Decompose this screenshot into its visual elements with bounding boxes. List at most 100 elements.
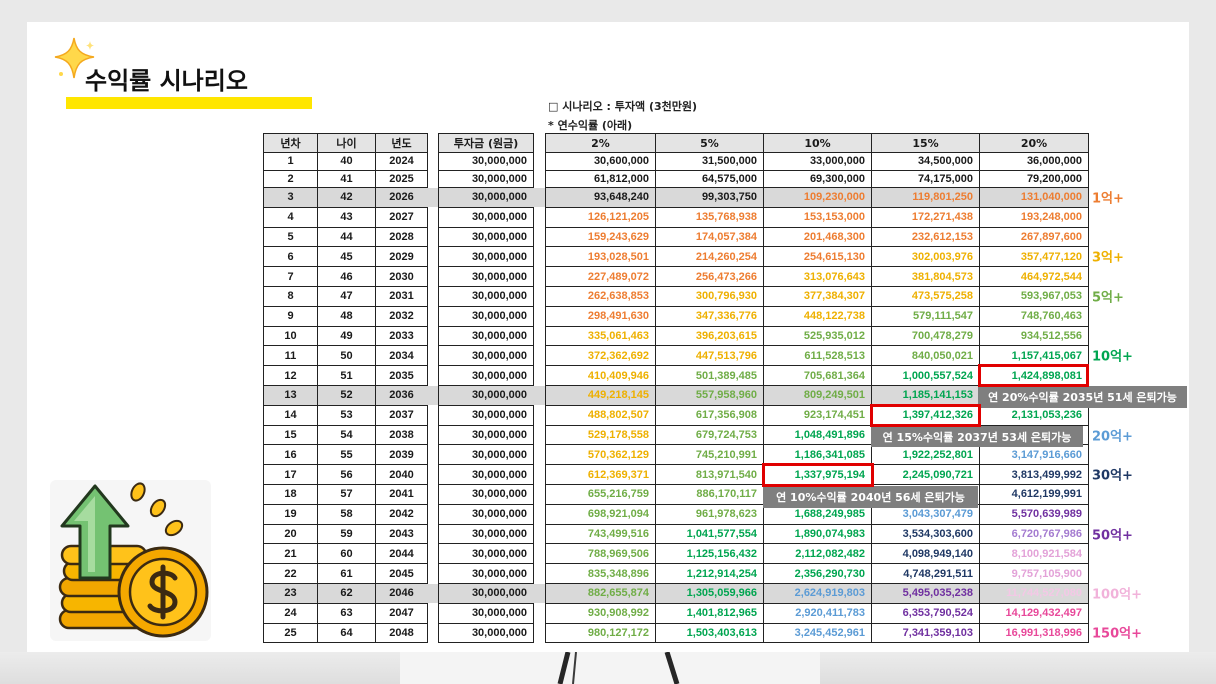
- tier-label: 1억+: [1092, 191, 1124, 207]
- rate-cell: 2,920,411,783: [764, 603, 872, 624]
- row-shade-gap: [427, 386, 438, 405]
- rate-cell: 201,468,300: [764, 227, 872, 248]
- rate-cell: 232,612,153: [872, 227, 980, 248]
- rate-cell: 109,230,000: [764, 188, 872, 208]
- cell-year-no: 19: [264, 504, 318, 525]
- rate-cell: 835,348,896: [546, 564, 656, 584]
- cell-principal: 30,000,000: [439, 366, 534, 386]
- rate-cell: 679,724,753: [656, 425, 764, 446]
- rate-cell: 809,249,501: [764, 386, 872, 406]
- cell-principal: 30,000,000: [439, 485, 534, 505]
- highlight-box-10pct: [762, 463, 874, 487]
- cell-year: 2040: [376, 465, 428, 485]
- rate-cell: 447,513,796: [656, 346, 764, 367]
- tier-label: 30억+: [1092, 468, 1133, 484]
- cell-principal: 30,000,000: [439, 326, 534, 347]
- rate-cell: 74,175,000: [872, 170, 980, 188]
- cell-principal: 30,000,000: [439, 584, 534, 604]
- cell-principal: 30,000,000: [439, 544, 534, 565]
- cell-year-no: 18: [264, 485, 318, 505]
- scenario-note: □ 시나리오 : 투자액 (3천만원): [548, 100, 698, 113]
- rate-cell: 119,801,250: [872, 188, 980, 208]
- cell-year-no: 21: [264, 544, 318, 565]
- rate-cell: 2,112,082,482: [764, 544, 872, 565]
- rate-cell: 5,570,639,989: [980, 504, 1089, 525]
- rate-cell: 748,760,463: [980, 306, 1089, 327]
- cell-principal: 30,000,000: [439, 170, 534, 188]
- cell-principal: 30,000,000: [439, 623, 534, 644]
- tier-label: 5억+: [1092, 290, 1124, 306]
- rate-note: * 연수익률 (아래): [548, 119, 633, 132]
- cell-principal: 30,000,000: [439, 207, 534, 228]
- header-rate: 20%: [980, 134, 1089, 153]
- rate-cell: 396,203,615: [656, 326, 764, 347]
- tier-label: 50억+: [1092, 528, 1133, 544]
- tier-label: 20억+: [1092, 429, 1133, 445]
- cell-principal: 30,000,000: [439, 405, 534, 426]
- rate-cell: 1,305,059,966: [656, 584, 764, 604]
- rate-cell: 700,478,279: [872, 326, 980, 347]
- index-block: 년차 1 2 3 4 5 6 7 8 9 10 11 12 13 14 15 16 17 18 19 20 21 22 23 2…: [263, 133, 428, 644]
- dollar-coin-icon: [117, 546, 209, 638]
- row-shade-gap: [533, 386, 545, 405]
- rate-cell: 6,353,790,524: [872, 603, 980, 624]
- tier-label: 100억+: [1092, 587, 1142, 603]
- rate-cell: 3,245,452,961: [764, 623, 872, 644]
- cell-year-no: 14: [264, 405, 318, 426]
- cell-age: 61: [318, 564, 376, 584]
- cell-age: 55: [318, 445, 376, 466]
- cell-year-no: 13: [264, 386, 318, 406]
- rate-cell: 214,260,254: [656, 247, 764, 268]
- retire-callout-10pct: 연 10%수익률 2040년 56세 은퇴가능: [763, 486, 978, 508]
- cell-year: 2030: [376, 267, 428, 287]
- rate-cell: 930,908,992: [546, 603, 656, 624]
- cell-year-no: 17: [264, 465, 318, 485]
- coin-growth-icon: [50, 480, 211, 641]
- cell-age: 43: [318, 207, 376, 228]
- cell-age: 52: [318, 386, 376, 406]
- cell-age: 59: [318, 524, 376, 545]
- cell-year: 2024: [376, 153, 428, 171]
- rate-cell: 886,170,117: [656, 485, 764, 505]
- cell-year: 2047: [376, 603, 428, 624]
- rate-cell: 381,804,573: [872, 267, 980, 287]
- rate-cell: 8,100,921,584: [980, 544, 1089, 565]
- title-underline: [66, 97, 312, 109]
- rate-cell: 9,757,105,900: [980, 564, 1089, 584]
- rate-cell: 14,129,432,497: [980, 603, 1089, 624]
- rate-cell: 1,125,156,432: [656, 544, 764, 565]
- cell-year: 2041: [376, 485, 428, 505]
- header-age: 나이: [318, 134, 376, 153]
- header-rate: 15%: [872, 134, 980, 153]
- cell-year-no: 23: [264, 584, 318, 604]
- rate-cell: 11,744,527,080: [980, 584, 1089, 604]
- cell-age: 62: [318, 584, 376, 604]
- rate-cell: 159,243,629: [546, 227, 656, 248]
- rate-cell: 79,200,000: [980, 170, 1089, 188]
- rate-cell: 3,147,916,660: [980, 445, 1089, 466]
- cell-principal: 30,000,000: [439, 445, 534, 466]
- cell-age: 63: [318, 603, 376, 624]
- cell-age: 53: [318, 405, 376, 426]
- cell-year: 2036: [376, 386, 428, 406]
- row-shade-gap: [533, 584, 545, 603]
- cell-age: 49: [318, 326, 376, 347]
- rate-cell: 448,122,738: [764, 306, 872, 327]
- header-rate: 10%: [764, 134, 872, 153]
- cell-year-no: 15: [264, 425, 318, 446]
- rate-cell: 36,000,000: [980, 153, 1089, 171]
- rate-cell: 1,890,074,983: [764, 524, 872, 545]
- cell-year-no: 11: [264, 346, 318, 367]
- cell-year-no: 5: [264, 227, 318, 248]
- cell-year-no: 16: [264, 445, 318, 466]
- cell-year-no: 10: [264, 326, 318, 347]
- cell-age: 47: [318, 287, 376, 307]
- rate-cell: 743,499,516: [546, 524, 656, 545]
- rate-cell: 4,612,199,991: [980, 485, 1089, 505]
- cell-year-no: 12: [264, 366, 318, 386]
- rate-cell: 593,967,053: [980, 287, 1089, 307]
- rate-cell: 410,409,946: [546, 366, 656, 386]
- cell-principal: 30,000,000: [439, 247, 534, 268]
- rate-cell: 449,218,145: [546, 386, 656, 406]
- retire-callout-15pct: 연 15%수익률 2037년 53세 은퇴가능: [871, 426, 1083, 447]
